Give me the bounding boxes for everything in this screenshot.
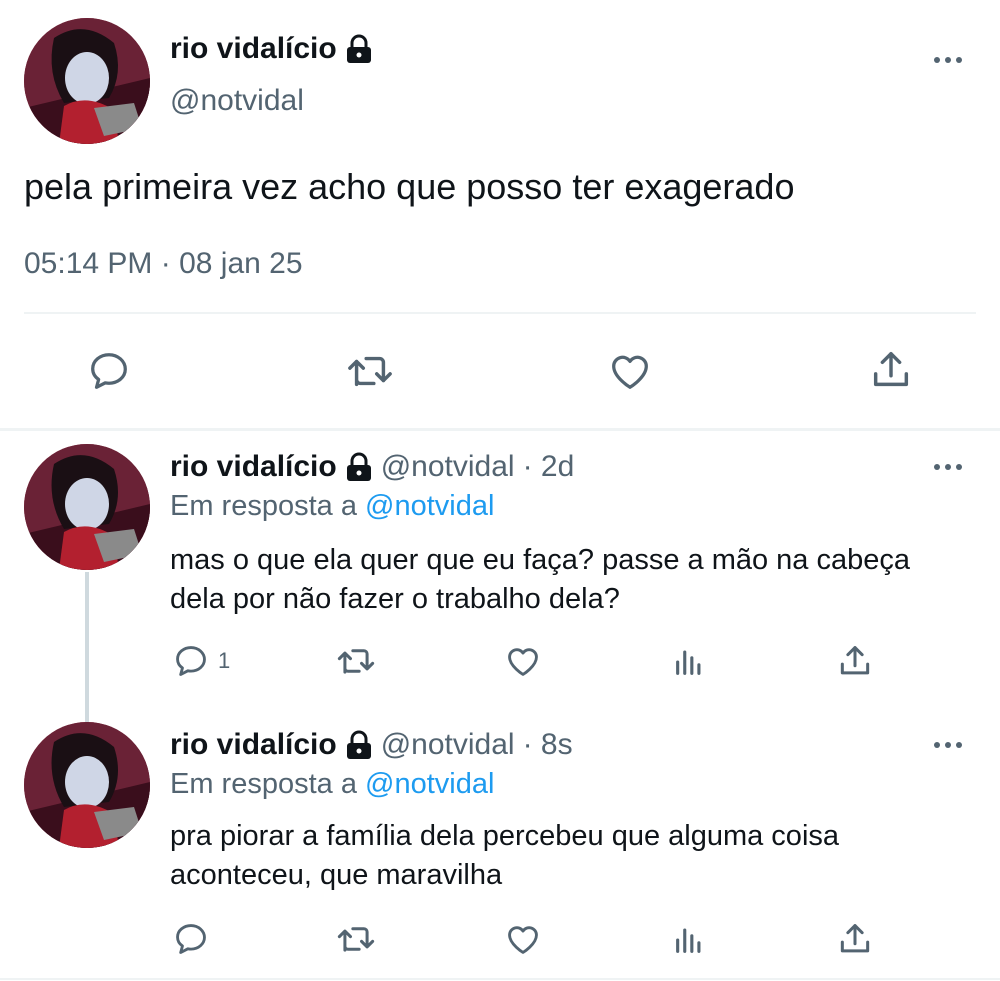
retweet-icon[interactable] bbox=[334, 920, 378, 958]
tweet-text: mas o que ela quer que eu faça? passe a … bbox=[170, 541, 910, 619]
tweet-text: pela primeira vez acho que posso ter exa… bbox=[24, 166, 795, 207]
lock-icon bbox=[345, 452, 373, 482]
section-divider bbox=[0, 428, 1000, 431]
more-icon[interactable] bbox=[934, 742, 962, 748]
author-handle[interactable]: @notvidal bbox=[170, 84, 304, 118]
lock-icon bbox=[345, 34, 373, 64]
views-icon[interactable] bbox=[672, 645, 706, 679]
reply-icon[interactable] bbox=[86, 348, 132, 394]
tweet-time[interactable]: · 2d bbox=[523, 450, 575, 484]
tweet-time[interactable]: · 8s bbox=[523, 728, 573, 762]
author-handle[interactable]: @notvidal bbox=[381, 450, 515, 484]
reply-prefix: Em resposta a bbox=[170, 768, 357, 800]
reply-context: Em resposta a @notvidal bbox=[170, 490, 494, 523]
more-icon[interactable] bbox=[934, 57, 962, 63]
author-handle[interactable]: @notvidal bbox=[381, 728, 515, 762]
tweet-text-line: pra piorar a família dela percebeu que a… bbox=[170, 820, 840, 852]
share-icon[interactable] bbox=[868, 346, 914, 394]
reply-to-link[interactable]: @notvidal bbox=[365, 768, 494, 800]
retweet-icon[interactable] bbox=[334, 642, 378, 680]
bottom-divider bbox=[0, 978, 1000, 980]
tweet-text: pra piorar a família dela percebeu que a… bbox=[170, 817, 839, 895]
reply-context: Em resposta a @notvidal bbox=[170, 768, 494, 801]
share-icon[interactable] bbox=[836, 642, 874, 680]
author-name[interactable]: rio vidalício bbox=[170, 450, 337, 484]
lock-icon bbox=[345, 730, 373, 760]
tweet-text-line: aconteceu, que maravilha bbox=[170, 859, 503, 891]
reply-icon[interactable] bbox=[172, 642, 210, 680]
reply-icon[interactable] bbox=[172, 920, 210, 958]
share-icon[interactable] bbox=[836, 920, 874, 958]
tweet-timestamp[interactable]: 05:14 PM · 08 jan 25 bbox=[24, 247, 303, 281]
reply-button[interactable]: 1 bbox=[172, 642, 230, 680]
views-icon[interactable] bbox=[672, 923, 706, 957]
reply-count: 1 bbox=[218, 648, 231, 673]
like-icon[interactable] bbox=[606, 348, 654, 394]
avatar[interactable] bbox=[24, 444, 150, 570]
thread-line bbox=[85, 572, 89, 724]
tweet-text-line: dela por não fazer o trabalho dela? bbox=[170, 583, 620, 615]
tweet-text-line: mas o que ela quer que eu faça? passe a … bbox=[170, 544, 911, 576]
reply-prefix: Em resposta a bbox=[170, 490, 357, 522]
more-icon[interactable] bbox=[934, 464, 962, 470]
author-name[interactable]: rio vidalício bbox=[170, 32, 337, 66]
reply-to-link[interactable]: @notvidal bbox=[365, 490, 494, 522]
avatar[interactable] bbox=[24, 722, 150, 848]
retweet-icon[interactable] bbox=[344, 348, 396, 394]
author-name[interactable]: rio vidalício bbox=[170, 728, 337, 762]
divider bbox=[24, 312, 976, 314]
avatar[interactable] bbox=[24, 18, 150, 144]
like-icon[interactable] bbox=[503, 642, 543, 680]
like-icon[interactable] bbox=[503, 920, 543, 958]
